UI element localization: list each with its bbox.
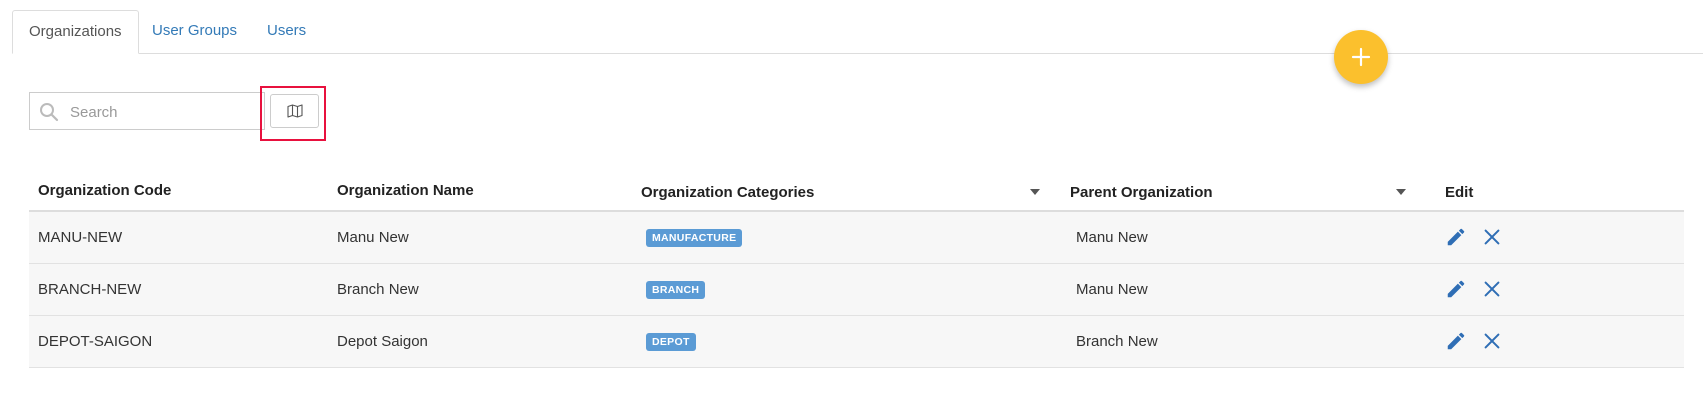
tab-users[interactable]: Users bbox=[251, 10, 322, 52]
cell-organization-code: DEPOT-SAIGON bbox=[38, 333, 153, 350]
map-view-button[interactable] bbox=[270, 94, 319, 128]
header-organization-code: Organization Code bbox=[38, 182, 172, 199]
categories-filter-caret-icon[interactable] bbox=[1030, 189, 1040, 195]
cell-organization-code: MANU-NEW bbox=[38, 229, 123, 246]
header-parent-organization[interactable]: Parent Organization bbox=[1070, 174, 1213, 212]
cell-parent-organization: Manu New bbox=[1076, 229, 1148, 246]
category-badge: BRANCH bbox=[646, 281, 706, 299]
table-row: BRANCH-NEW Branch New BRANCH Manu New bbox=[29, 264, 1684, 316]
table-header: Organization Code Organization Name Orga… bbox=[29, 172, 1684, 212]
category-badge: MANUFACTURE bbox=[646, 229, 743, 247]
delete-x-icon[interactable] bbox=[1481, 226, 1503, 248]
search-box bbox=[29, 92, 265, 130]
tab-bar: Organizations User Groups Users bbox=[12, 10, 1703, 54]
search-input[interactable] bbox=[68, 95, 262, 129]
parent-filter-caret-icon[interactable] bbox=[1396, 189, 1406, 195]
cell-organization-name: Manu New bbox=[337, 229, 409, 246]
delete-x-icon[interactable] bbox=[1481, 278, 1503, 300]
cell-organization-code: BRANCH-NEW bbox=[38, 281, 142, 298]
cell-parent-organization: Branch New bbox=[1076, 333, 1158, 350]
map-icon bbox=[286, 104, 303, 118]
edit-pencil-icon[interactable] bbox=[1445, 330, 1467, 352]
delete-x-icon[interactable] bbox=[1481, 330, 1503, 352]
tab-organizations[interactable]: Organizations bbox=[12, 10, 139, 54]
table-row: DEPOT-SAIGON Depot Saigon DEPOT Branch N… bbox=[29, 316, 1684, 368]
search-icon bbox=[40, 103, 59, 122]
cell-organization-name: Branch New bbox=[337, 281, 419, 298]
table-row: MANU-NEW Manu New MANUFACTURE Manu New bbox=[29, 212, 1684, 264]
add-button[interactable] bbox=[1334, 30, 1388, 84]
cell-parent-organization: Manu New bbox=[1076, 281, 1148, 298]
header-edit: Edit bbox=[1445, 184, 1474, 201]
plus-icon bbox=[1351, 47, 1371, 67]
header-organization-name: Organization Name bbox=[337, 182, 474, 199]
cell-organization-name: Depot Saigon bbox=[337, 333, 428, 350]
tab-user-groups[interactable]: User Groups bbox=[136, 10, 253, 52]
category-badge: DEPOT bbox=[646, 333, 696, 351]
edit-pencil-icon[interactable] bbox=[1445, 226, 1467, 248]
header-organization-categories[interactable]: Organization Categories bbox=[641, 174, 814, 212]
edit-pencil-icon[interactable] bbox=[1445, 278, 1467, 300]
